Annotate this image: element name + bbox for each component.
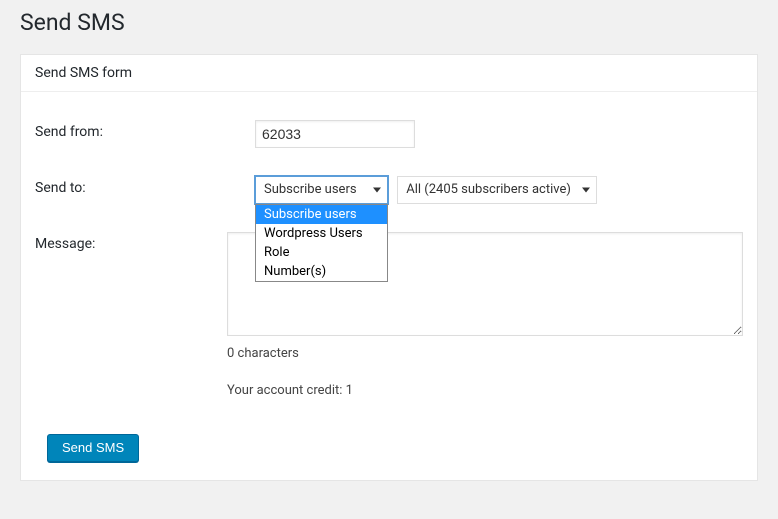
- message-label: Message:: [35, 232, 227, 252]
- message-row: Message: 0 characters Your account credi…: [35, 232, 743, 398]
- send-to-select-value: Subscribe users: [264, 182, 357, 197]
- send-to-label: Send to:: [35, 176, 255, 196]
- dropdown-option-numbers[interactable]: Number(s): [256, 262, 387, 281]
- send-to-secondary-select[interactable]: All (2405 subscribers active): [397, 176, 597, 204]
- send-sms-panel: Send SMS form Send from: Send to: Subscr…: [20, 54, 758, 481]
- panel-header: Send SMS form: [21, 55, 757, 92]
- send-from-label: Send from:: [35, 120, 255, 140]
- dropdown-option-wordpress-users[interactable]: Wordpress Users: [256, 224, 387, 243]
- send-to-dropdown: Subscribe users Wordpress Users Role Num…: [255, 204, 388, 282]
- send-to-select[interactable]: Subscribe users: [255, 176, 388, 204]
- panel-body: Send from: Send to: Subscribe users Subs…: [21, 92, 757, 480]
- chevron-down-icon: [373, 187, 381, 192]
- dropdown-option-role[interactable]: Role: [256, 243, 387, 262]
- character-count: 0 characters: [227, 346, 743, 361]
- send-from-row: Send from:: [35, 120, 743, 148]
- send-to-secondary-value: All (2405 subscribers active): [406, 182, 571, 197]
- send-from-input[interactable]: [255, 120, 415, 148]
- page-title: Send SMS: [0, 0, 778, 54]
- dropdown-option-subscribe-users[interactable]: Subscribe users: [256, 205, 387, 224]
- submit-row: Send SMS: [47, 434, 743, 462]
- chevron-down-icon: [582, 187, 590, 192]
- account-credit: Your account credit: 1: [227, 383, 743, 398]
- send-sms-button[interactable]: Send SMS: [47, 434, 139, 462]
- send-to-row: Send to: Subscribe users Subscribe users…: [35, 176, 743, 204]
